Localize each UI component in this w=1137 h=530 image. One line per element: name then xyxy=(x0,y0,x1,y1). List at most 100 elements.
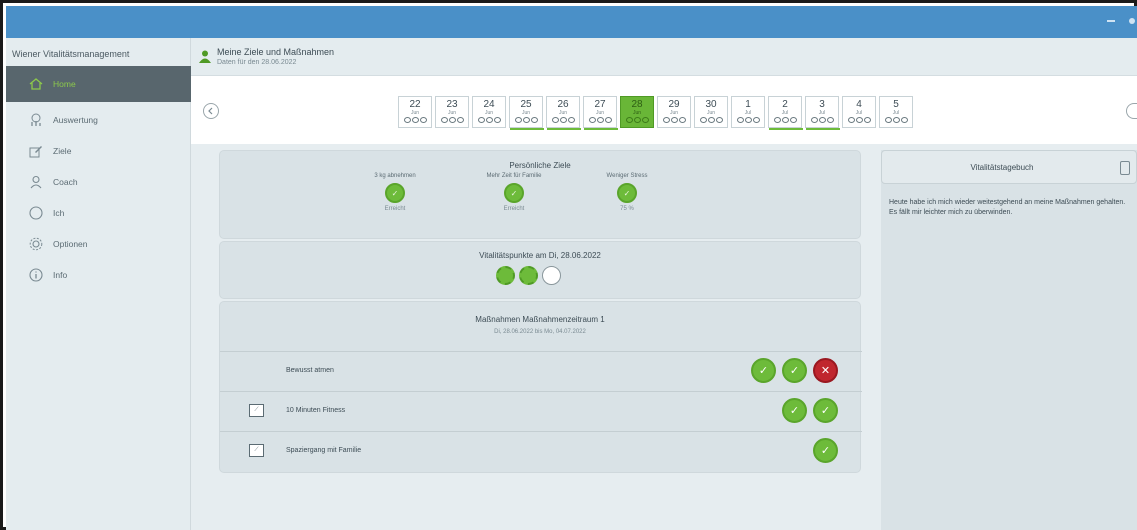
page-title: Meine Ziele und Maßnahmen xyxy=(217,47,335,57)
measure-row[interactable]: ⟋ Spaziergang mit Familie ✓ xyxy=(220,431,862,471)
diary-panel: Vitalitätstagebuch Heute habe ich mich w… xyxy=(881,150,1137,530)
sidebar-item-auswertung[interactable]: Auswertung xyxy=(6,104,191,135)
day-points-icon xyxy=(884,117,908,123)
sidebar-nav: Home Auswertung Ziele Coach Ich Optionen… xyxy=(6,66,191,290)
sidebar-item-optionen[interactable]: Optionen xyxy=(6,228,191,259)
date-list: 22 Jun 23 Jun 24 Jun 25 Jun 26 Jun 27 Jun 28 Jun 29 Jun… xyxy=(398,96,913,130)
gear-icon xyxy=(28,236,44,252)
date-card[interactable]: 25 Jun xyxy=(509,96,544,130)
goal-badge-icon: ✓ xyxy=(504,183,524,203)
date-card[interactable]: 1 Jul xyxy=(731,96,765,128)
sidebar-item-home[interactable]: Home xyxy=(6,66,191,102)
activity-icon: ⟋ xyxy=(249,444,264,457)
day-points-icon xyxy=(625,117,649,123)
measure-label: Spaziergang mit Familie xyxy=(286,447,362,454)
chart-icon xyxy=(28,112,44,128)
measures-panel: Maßnahmen Maßnahmenzeitraum 1 Di, 28.06.… xyxy=(219,301,862,473)
date-card[interactable]: 3 Jul xyxy=(805,96,840,130)
date-month: Jun xyxy=(595,110,605,116)
date-card[interactable]: 23 Jun xyxy=(435,96,469,128)
activity-icon: ⟋ xyxy=(249,404,264,417)
main-content: 22 Jun 23 Jun 24 Jun 25 Jun 26 Jun 27 Jun 28 Jun 29 Jun… xyxy=(191,76,1137,530)
date-strip: 22 Jun 23 Jun 24 Jun 25 Jun 26 Jun 27 Jun 28 Jun 29 Jun… xyxy=(191,76,1137,144)
sidebar-item-coach[interactable]: Coach xyxy=(6,166,191,197)
goal-label: Weniger Stress xyxy=(606,173,648,179)
goal-status: Erreicht xyxy=(384,206,406,212)
date-month: Jun xyxy=(410,110,420,116)
sidebar-item-label: Ziele xyxy=(53,145,72,156)
goal-status: Erreicht xyxy=(503,206,525,212)
goal-badge-icon: ✓ xyxy=(617,183,637,203)
date-month: Jul xyxy=(781,110,789,116)
user-icon xyxy=(199,50,211,68)
day-points-icon xyxy=(514,117,538,123)
date-card[interactable]: 30 Jun xyxy=(694,96,728,128)
date-day: 2 xyxy=(782,99,788,110)
day-points-icon xyxy=(477,117,501,123)
cross-icon[interactable]: ✕ xyxy=(813,358,838,383)
date-card[interactable]: 28 Jun xyxy=(620,96,654,128)
check-icon[interactable]: ✓ xyxy=(751,358,776,383)
check-icon[interactable]: ✓ xyxy=(782,398,807,423)
day-points-icon xyxy=(403,117,427,123)
pencil-icon xyxy=(28,143,44,159)
date-month: Jun xyxy=(447,110,457,116)
date-month: Jun xyxy=(669,110,679,116)
check-icon[interactable]: ✓ xyxy=(813,438,838,463)
measure-row[interactable]: Bewusst atmen ✓ ✓ ✕ xyxy=(220,351,862,391)
date-month: Jun xyxy=(632,110,642,116)
date-day: 29 xyxy=(668,99,680,110)
goals-title: Persönliche Ziele xyxy=(509,161,571,170)
date-card[interactable]: 2 Jul xyxy=(768,96,803,130)
goal-label: 3 kg abnehmen xyxy=(374,173,416,179)
page-header: Meine Ziele und Maßnahmen Daten für den … xyxy=(191,38,1137,76)
goal-item[interactable]: Mehr Zeit für Familie ✓ Erreicht xyxy=(469,173,559,212)
date-card[interactable]: 27 Jun xyxy=(583,96,618,130)
date-card[interactable]: 22 Jun xyxy=(398,96,432,128)
check-icon[interactable]: ✓ xyxy=(813,398,838,423)
date-card[interactable]: 29 Jun xyxy=(657,96,691,128)
vitality-title: Vitalitätspunkte am Di, 28.06.2022 xyxy=(479,251,601,260)
minimize-button[interactable] xyxy=(1107,20,1115,22)
day-points-icon xyxy=(810,117,834,123)
sidebar-item-ich[interactable]: Ich xyxy=(6,197,191,228)
day-points-icon xyxy=(440,117,464,123)
next-week-button[interactable] xyxy=(1126,103,1137,119)
sidebar-item-info[interactable]: Info xyxy=(6,259,191,290)
date-card[interactable]: 5 Jul xyxy=(879,96,913,128)
date-month: Jul xyxy=(892,110,900,116)
goal-item[interactable]: 3 kg abnehmen ✓ Erreicht xyxy=(350,173,440,212)
prev-week-button[interactable] xyxy=(203,103,219,119)
page-subtitle: Daten für den 28.06.2022 xyxy=(217,59,297,66)
day-points-icon xyxy=(773,117,797,123)
activity-underline xyxy=(769,128,803,130)
date-card[interactable]: 24 Jun xyxy=(472,96,506,128)
date-day: 23 xyxy=(446,99,458,110)
activity-underline xyxy=(547,128,581,130)
day-points-icon xyxy=(662,117,686,123)
sidebar-item-label: Optionen xyxy=(53,238,88,249)
date-card[interactable]: 4 Jul xyxy=(842,96,876,128)
vitality-points xyxy=(496,266,561,285)
date-day: 27 xyxy=(594,99,606,110)
sidebar-item-ziele[interactable]: Ziele xyxy=(6,135,191,166)
check-icon[interactable]: ✓ xyxy=(782,358,807,383)
diary-title: Vitalitätstagebuch xyxy=(970,163,1034,172)
date-card[interactable]: 26 Jun xyxy=(546,96,581,130)
diary-text[interactable]: Heute habe ich mich wieder weitestgehend… xyxy=(889,198,1129,218)
window-control-button[interactable] xyxy=(1129,18,1135,24)
goal-item[interactable]: Weniger Stress ✓ 75 % xyxy=(582,173,672,212)
sidebar: Wiener Vitalitätsmanagement Home Auswert… xyxy=(6,38,191,530)
date-month: Jun xyxy=(484,110,494,116)
app-title: Wiener Vitalitätsmanagement xyxy=(12,49,130,59)
sidebar-item-label: Auswertung xyxy=(53,114,98,125)
sidebar-item-label: Info xyxy=(53,269,68,280)
face-icon xyxy=(28,205,44,221)
activity-underline xyxy=(584,128,618,130)
date-month: Jun xyxy=(558,110,568,116)
date-day: 22 xyxy=(409,99,421,110)
edit-icon[interactable] xyxy=(1120,161,1130,175)
vitality-point-icon xyxy=(519,266,538,285)
measure-row[interactable]: ⟋ 10 Minuten Fitness ✓ ✓ xyxy=(220,391,862,431)
date-month: Jul xyxy=(818,110,826,116)
